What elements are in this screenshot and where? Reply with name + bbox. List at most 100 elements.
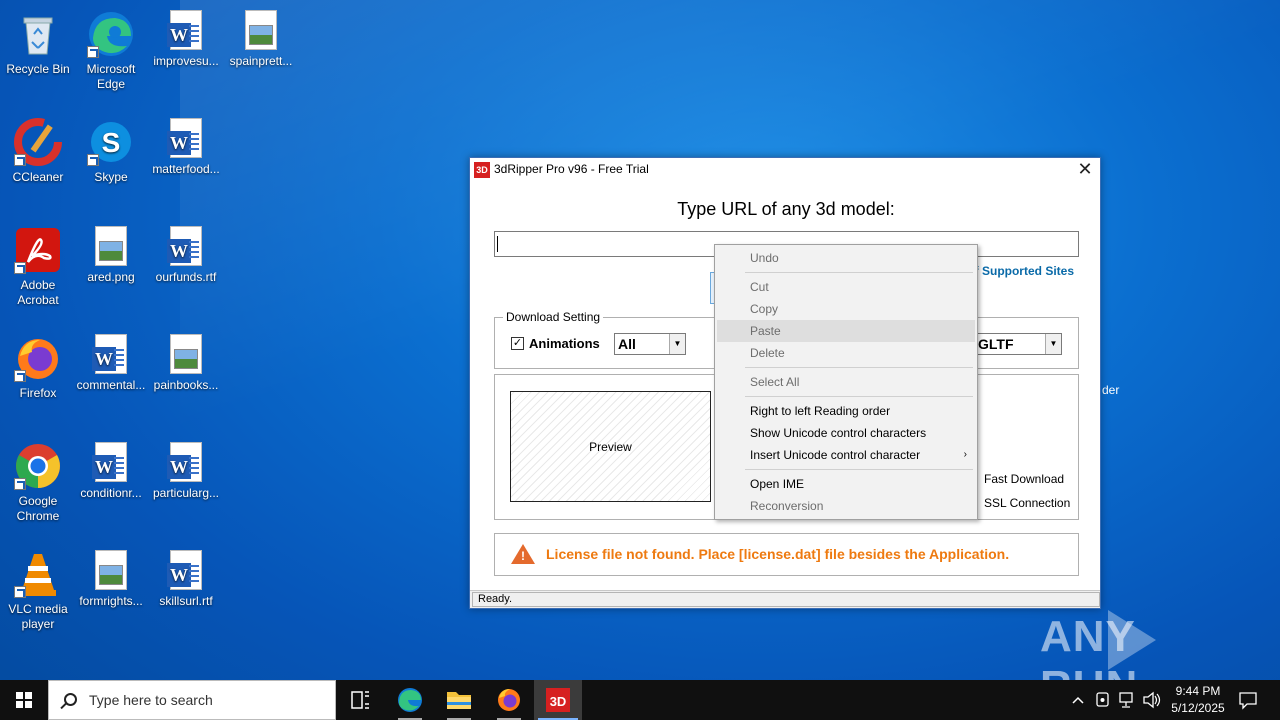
- taskbar-3dripper-button[interactable]: 3D: [534, 680, 582, 720]
- windows-logo-icon: [16, 692, 32, 708]
- edge-icon: [87, 10, 135, 58]
- desktop-icon-label: formrights...: [79, 594, 143, 608]
- volume-icon: [1143, 691, 1161, 709]
- status-bar: Ready.: [470, 590, 1100, 608]
- fast-download-option[interactable]: Fast Download: [984, 472, 1064, 486]
- tray-device-button[interactable]: [1092, 680, 1114, 720]
- desktop-icon-ccleaner[interactable]: CCleaner: [0, 112, 76, 185]
- desktop-icon-painbooks[interactable]: painbooks...: [148, 328, 224, 393]
- menu-item-open-ime[interactable]: Open IME: [717, 473, 975, 495]
- taskbar-clock[interactable]: 9:44 PM 5/12/2025: [1162, 683, 1234, 717]
- chevron-down-icon: ▼: [669, 334, 685, 354]
- taskbar-search[interactable]: Type here to search: [48, 680, 336, 720]
- desktop-icon-ourfunds[interactable]: W ourfunds.rtf: [148, 220, 224, 285]
- close-button[interactable]: ✕: [1070, 158, 1100, 182]
- supported-sites-link[interactable]: f Supported Sites: [975, 264, 1074, 278]
- tray-volume-button[interactable]: [1140, 680, 1162, 720]
- desktop-icon-label: Recycle Bin: [6, 62, 70, 76]
- desktop-icon-label: CCleaner: [12, 170, 64, 184]
- word-doc-icon: W: [167, 10, 202, 50]
- taskbar-firefox-button[interactable]: [485, 680, 533, 720]
- taskbar-edge-button[interactable]: [386, 680, 434, 720]
- taskbar-explorer-button[interactable]: [435, 680, 483, 720]
- chevron-up-icon: [1072, 696, 1084, 704]
- menu-item-delete[interactable]: Delete: [717, 342, 975, 364]
- desktop-icon-label: VLC media player: [8, 602, 68, 631]
- desktop-icon-label: Adobe Acrobat: [17, 278, 59, 307]
- image-file-icon: [170, 334, 202, 374]
- animations-label: Animations: [529, 336, 600, 351]
- device-icon: [1096, 692, 1109, 707]
- menu-item-undo[interactable]: Undo: [717, 247, 975, 269]
- desktop-icon-label: ourfunds.rtf: [155, 270, 217, 284]
- animations-checkbox[interactable]: ✓: [511, 337, 524, 350]
- context-menu[interactable]: Undo Cut Copy Paste Delete Select All Ri…: [714, 244, 978, 520]
- notifications-button[interactable]: [1236, 680, 1260, 720]
- desktop-icon-particularg[interactable]: W particularg...: [148, 436, 224, 501]
- search-placeholder: Type here to search: [89, 692, 213, 708]
- desktop-icon-conditionr[interactable]: W conditionr...: [73, 436, 149, 501]
- menu-item-show-unicode[interactable]: Show Unicode control characters: [717, 422, 975, 444]
- svg-text:S: S: [102, 127, 121, 158]
- menu-item-reconversion[interactable]: Reconversion: [717, 495, 975, 517]
- menu-item-select-all[interactable]: Select All: [717, 371, 975, 393]
- tray-network-button[interactable]: [1116, 680, 1138, 720]
- download-setting-label: Download Setting: [503, 310, 604, 324]
- desktop-icon-label: Microsoft Edge: [86, 62, 136, 91]
- animations-select[interactable]: All ▼: [614, 333, 686, 355]
- search-icon: [64, 693, 77, 706]
- firefox-icon: [14, 334, 62, 382]
- menu-item-insert-unicode[interactable]: Insert Unicode control character ›: [717, 444, 975, 466]
- word-doc-icon: W: [92, 334, 127, 374]
- desktop-icon-adobe-acrobat[interactable]: Adobe Acrobat: [0, 220, 76, 308]
- desktop-icon-label: painbooks...: [153, 378, 219, 392]
- image-file-icon: [95, 550, 127, 590]
- desktop-icon-ared-png[interactable]: ared.png: [73, 220, 149, 285]
- file-explorer-icon: [447, 692, 471, 709]
- menu-item-cut[interactable]: Cut: [717, 276, 975, 298]
- ccleaner-icon: [14, 118, 62, 166]
- image-file-icon: [95, 226, 127, 266]
- desktop-icon-spainprett[interactable]: spainprett...: [223, 4, 299, 69]
- show-hidden-icons-button[interactable]: [1068, 680, 1088, 720]
- desktop-icon-google-chrome[interactable]: Google Chrome: [0, 436, 76, 524]
- start-button[interactable]: [0, 680, 48, 720]
- taskbar: Type here to search 3D 9:44 PM 5/12/2025: [0, 680, 1280, 720]
- desktop-icon-commental[interactable]: W commental...: [73, 328, 149, 393]
- menu-item-label: Insert Unicode control character: [750, 448, 921, 462]
- animations-select-value: All: [618, 336, 636, 352]
- desktop-icon-formrights[interactable]: formrights...: [73, 544, 149, 609]
- desktop-icon-microsoft-edge[interactable]: Microsoft Edge: [73, 4, 149, 92]
- menu-item-rtl-reading[interactable]: Right to left Reading order: [717, 400, 975, 422]
- desktop-icon-label: Skype: [94, 170, 128, 184]
- desktop-icon-matterfood[interactable]: W matterfood...: [148, 112, 224, 177]
- app-logo-icon: 3D: [474, 162, 490, 178]
- preview-area: Preview: [510, 391, 711, 502]
- window-titlebar[interactable]: 3D 3dRipper Pro v96 - Free Trial ✕: [470, 158, 1100, 182]
- chrome-icon: [14, 442, 62, 490]
- desktop-icon-improvesu[interactable]: W improvesu...: [148, 4, 224, 69]
- network-icon: [1119, 692, 1133, 708]
- word-doc-icon: W: [167, 226, 202, 266]
- svg-text:3D: 3D: [550, 694, 567, 709]
- desktop-icon-skillsurl[interactable]: W skillsurl.rtf: [148, 544, 224, 609]
- format-select[interactable]: GLTF ▼: [974, 333, 1062, 355]
- desktop-icon-vlc[interactable]: VLC media player: [0, 544, 76, 632]
- notification-icon: [1239, 692, 1257, 710]
- ssl-connection-option[interactable]: SSL Connection: [984, 496, 1070, 510]
- menu-item-paste[interactable]: Paste: [717, 320, 975, 342]
- menu-item-copy[interactable]: Copy: [717, 298, 975, 320]
- word-doc-icon: W: [92, 442, 127, 482]
- desktop-icon-firefox[interactable]: Firefox: [0, 328, 76, 401]
- task-view-button[interactable]: [336, 680, 384, 720]
- desktop-icon-label: skillsurl.rtf: [159, 594, 213, 608]
- desktop-icon-label: conditionr...: [80, 486, 142, 500]
- clock-date: 5/12/2025: [1171, 701, 1225, 715]
- license-message: License file not found. Place [license.d…: [546, 546, 1010, 562]
- desktop-icon-skype[interactable]: S Skype: [73, 112, 149, 185]
- chevron-down-icon: ▼: [1045, 334, 1061, 354]
- desktop-icon-label: ared.png: [87, 270, 135, 284]
- image-file-icon: [245, 10, 277, 50]
- desktop-icon-label: Google Chrome: [16, 494, 60, 523]
- desktop-icon-recycle-bin[interactable]: Recycle Bin: [0, 4, 76, 77]
